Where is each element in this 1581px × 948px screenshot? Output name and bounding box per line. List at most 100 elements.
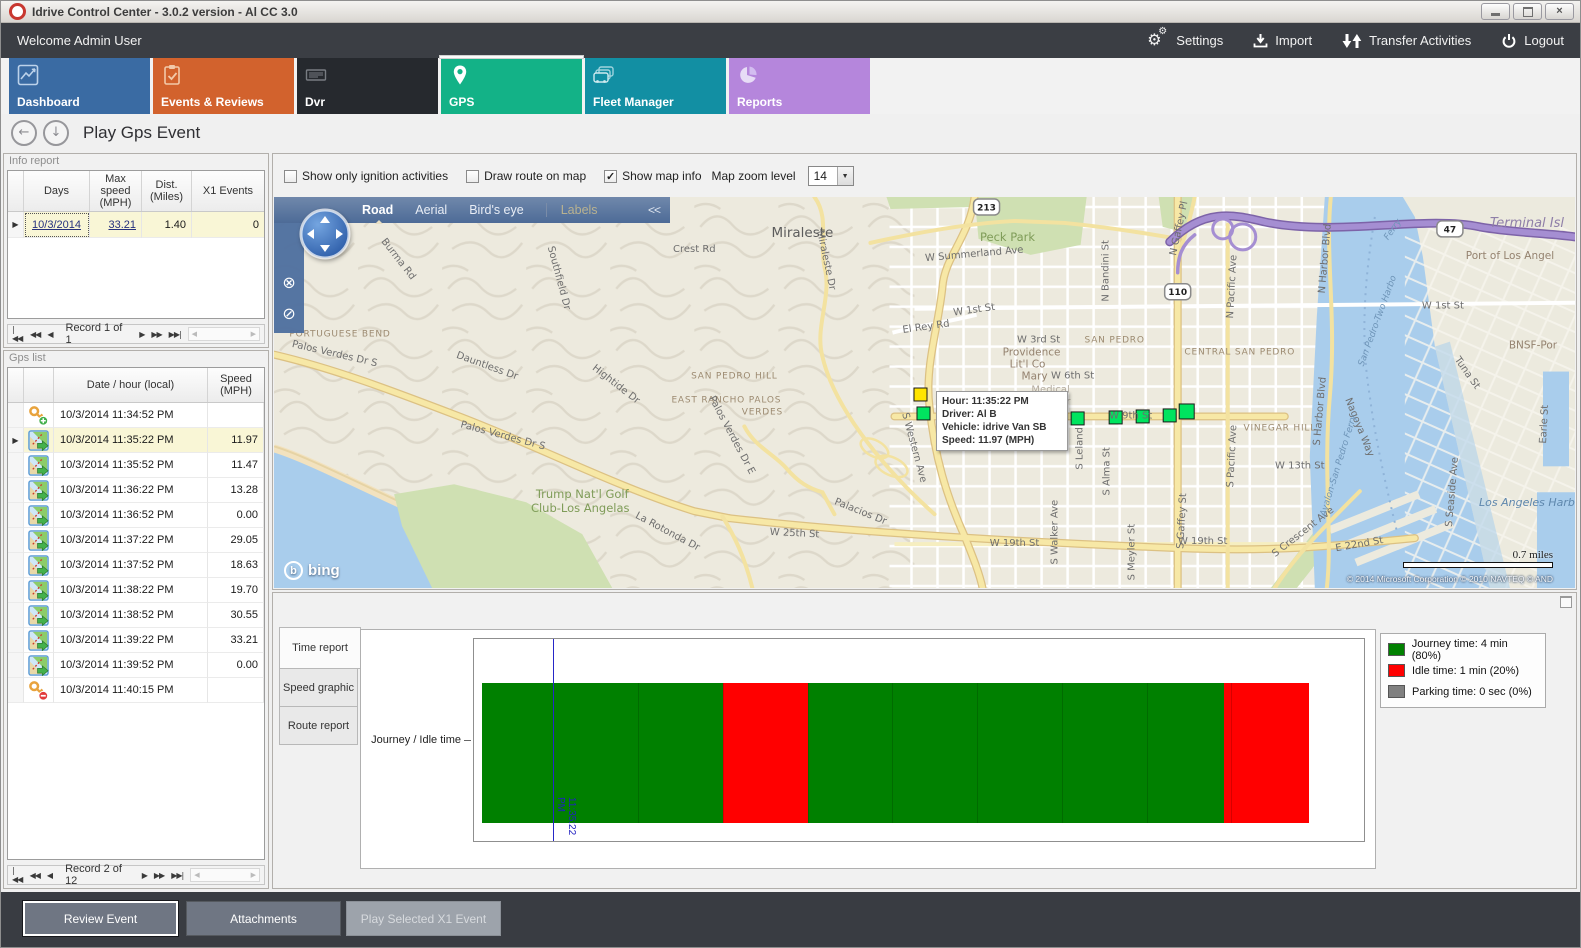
legend-journey: Journey time: 4 min (80%) bbox=[1388, 639, 1538, 660]
attachments-button[interactable]: Attachments bbox=[186, 901, 341, 936]
col-days[interactable]: Days bbox=[24, 171, 90, 211]
page-title: Play Gps Event bbox=[83, 123, 200, 143]
gps-row[interactable]: 10/3/2014 11:37:52 PM18.63 bbox=[8, 553, 264, 578]
gps-row[interactable]: 10/3/2014 11:36:52 PM0.00 bbox=[8, 503, 264, 528]
route-point-marker[interactable] bbox=[1071, 412, 1084, 425]
route-point-marker[interactable] bbox=[917, 407, 930, 420]
app-window: Idrive Control Center - 3.0.2 version - … bbox=[0, 0, 1581, 948]
gps-row[interactable]: 10/3/2014 11:38:22 PM19.70 bbox=[8, 578, 264, 603]
col-dist[interactable]: Dist. (Miles) bbox=[142, 171, 192, 211]
gps-row[interactable]: 10/3/2014 11:39:22 PM33.21 bbox=[8, 628, 264, 653]
import-button[interactable]: Import bbox=[1253, 33, 1312, 48]
pager-first-button[interactable]: |◀◀ bbox=[12, 866, 23, 884]
zoom-in-icon[interactable]: ⊕ bbox=[278, 271, 301, 294]
gps-row[interactable]: 10/3/2014 11:40:15 PM bbox=[8, 678, 264, 703]
chart-panel-maximize-button[interactable] bbox=[1560, 596, 1572, 608]
map-controls: Show only ignition activities Draw route… bbox=[274, 155, 1575, 197]
checkbox-draw-route[interactable]: Draw route on map bbox=[466, 169, 586, 183]
gps-row[interactable]: 10/3/2014 11:36:22 PM13.28 bbox=[8, 478, 264, 503]
checkbox-ignition[interactable]: Show only ignition activities bbox=[284, 169, 448, 183]
minimize-button[interactable] bbox=[1481, 3, 1510, 20]
settings-button[interactable]: ⚙⚙ Settings bbox=[1147, 32, 1223, 50]
pager-prev-button[interactable]: ◀ bbox=[47, 330, 52, 339]
route-point-marker[interactable] bbox=[1179, 404, 1194, 419]
map-label: Earle St bbox=[1538, 405, 1551, 444]
row-marker bbox=[8, 628, 24, 653]
pager-fast-next-button[interactable]: ▶▶ bbox=[154, 871, 164, 880]
checkbox-show-map-info[interactable]: ✓ Show map info bbox=[604, 169, 701, 183]
map-style-birds-eye[interactable]: Bird's eye bbox=[469, 203, 524, 217]
row-marker bbox=[8, 603, 24, 628]
back-button[interactable]: ← bbox=[11, 120, 37, 146]
pager-last-button[interactable]: ▶▶| bbox=[169, 330, 181, 339]
col-max-speed[interactable]: Max speed (MPH) bbox=[90, 171, 142, 211]
transfer-activities-button[interactable]: Transfer Activities bbox=[1342, 33, 1471, 49]
checkbox-box[interactable] bbox=[284, 170, 297, 183]
pager-last-button[interactable]: ▶▶| bbox=[171, 871, 183, 880]
gps-row[interactable]: ▶10/3/2014 11:35:22 PM11.97 bbox=[8, 428, 264, 453]
pager-first-button[interactable]: |◀◀ bbox=[12, 325, 23, 343]
close-button[interactable]: × bbox=[1545, 3, 1574, 20]
info-report-title: Info report bbox=[9, 155, 59, 167]
zoom-out-icon[interactable]: ⊖ bbox=[278, 302, 301, 325]
map[interactable]: 21311047 MiralesteCrest RdBurma RdSouthf… bbox=[274, 197, 1575, 588]
tab-speed-graphic[interactable]: Speed graphic bbox=[279, 669, 358, 707]
tab-dashboard[interactable]: Dashboard bbox=[9, 58, 150, 114]
maximize-button[interactable] bbox=[1513, 3, 1542, 20]
info-report-header: Days Max speed (MPH) Dist. (Miles) X1 Ev… bbox=[8, 171, 264, 212]
pager-next-button[interactable]: ▶ bbox=[142, 871, 147, 880]
collapse-down-button[interactable]: ↓ bbox=[43, 120, 69, 146]
gps-row[interactable]: 10/3/2014 11:39:52 PM0.00 bbox=[8, 653, 264, 678]
play-selected-x1-event-button[interactable]: Play Selected X1 Event bbox=[346, 901, 501, 936]
tab-route-report[interactable]: Route report bbox=[279, 707, 358, 745]
tab-fleet-manager[interactable]: Fleet Manager bbox=[585, 58, 726, 114]
tab-time-report[interactable]: Time report bbox=[279, 627, 361, 669]
tab-gps[interactable]: GPS bbox=[441, 58, 582, 114]
route-point-marker[interactable] bbox=[1163, 409, 1176, 422]
info-report-row[interactable]: ▶ 10/3/2014 33.21 1.40 0 bbox=[8, 212, 264, 238]
pager-fast-prev-button[interactable]: ◀◀ bbox=[30, 330, 40, 339]
days-link[interactable]: 10/3/2014 bbox=[32, 219, 81, 231]
map-compass-control[interactable] bbox=[298, 207, 352, 261]
pager-fast-prev-button[interactable]: ◀◀ bbox=[30, 871, 40, 880]
pager-scrollbar[interactable]: ◀▶ bbox=[188, 327, 260, 341]
map-zoom-select[interactable]: 14 ▼ bbox=[808, 166, 854, 186]
gps-list-table: Date / hour (local) Speed (MPH) 10/3/201… bbox=[7, 367, 265, 860]
gps-row[interactable]: 10/3/2014 11:37:22 PM29.05 bbox=[8, 528, 264, 553]
map-style-aerial[interactable]: Aerial bbox=[415, 203, 447, 217]
map-scale-bar bbox=[1403, 562, 1553, 568]
col-date-hour[interactable]: Date / hour (local) bbox=[54, 368, 208, 402]
gps-row[interactable]: 10/3/2014 11:34:52 PM bbox=[8, 403, 264, 428]
map-style-labels[interactable]: Labels bbox=[546, 203, 598, 217]
legend-parking: Parking time: 0 sec (0%) bbox=[1388, 681, 1538, 702]
checkbox-box[interactable]: ✓ bbox=[604, 170, 617, 183]
map-label: VINEGAR HILL bbox=[1244, 423, 1317, 433]
route-point-marker[interactable] bbox=[914, 388, 927, 401]
col-speed[interactable]: Speed (MPH) bbox=[208, 368, 264, 402]
pager-prev-button[interactable]: ◀ bbox=[47, 871, 52, 880]
clipboard-check-icon bbox=[161, 64, 183, 86]
gps-date: 10/3/2014 11:40:15 PM bbox=[54, 678, 208, 703]
pager-scrollbar[interactable]: ◀▶ bbox=[190, 868, 260, 882]
tab-reports[interactable]: Reports bbox=[729, 58, 870, 114]
welcome-text: Welcome Admin User bbox=[17, 33, 142, 48]
main-content: Info report Days Max speed (MPH) Dist. (… bbox=[1, 151, 1580, 894]
gps-speed: 29.05 bbox=[208, 528, 264, 553]
review-event-button[interactable]: Review Event bbox=[23, 901, 178, 936]
bing-map-canvas[interactable]: 21311047 MiralesteCrest RdBurma RdSouthf… bbox=[274, 197, 1575, 588]
logout-button[interactable]: Logout bbox=[1501, 33, 1564, 49]
gps-row[interactable]: 10/3/2014 11:35:52 PM11.47 bbox=[8, 453, 264, 478]
col-x1-events[interactable]: X1 Events bbox=[192, 171, 264, 211]
gps-row[interactable]: 10/3/2014 11:38:52 PM30.55 bbox=[8, 603, 264, 628]
pager-next-button[interactable]: ▶ bbox=[139, 330, 144, 339]
route-shield-110: 110 bbox=[1165, 284, 1191, 300]
checkbox-box[interactable] bbox=[466, 170, 479, 183]
gps-speed bbox=[208, 403, 264, 428]
tab-events-reviews[interactable]: Events & Reviews bbox=[153, 58, 294, 114]
pager-fast-next-button[interactable]: ▶▶ bbox=[151, 330, 161, 339]
map-style-road[interactable]: Road bbox=[362, 203, 393, 217]
tab-dvr[interactable]: Dvr bbox=[297, 58, 438, 114]
max-speed-link[interactable]: 33.21 bbox=[108, 219, 136, 231]
bing-bar-collapse-button[interactable]: << bbox=[648, 203, 660, 217]
gps-icon bbox=[24, 578, 54, 603]
